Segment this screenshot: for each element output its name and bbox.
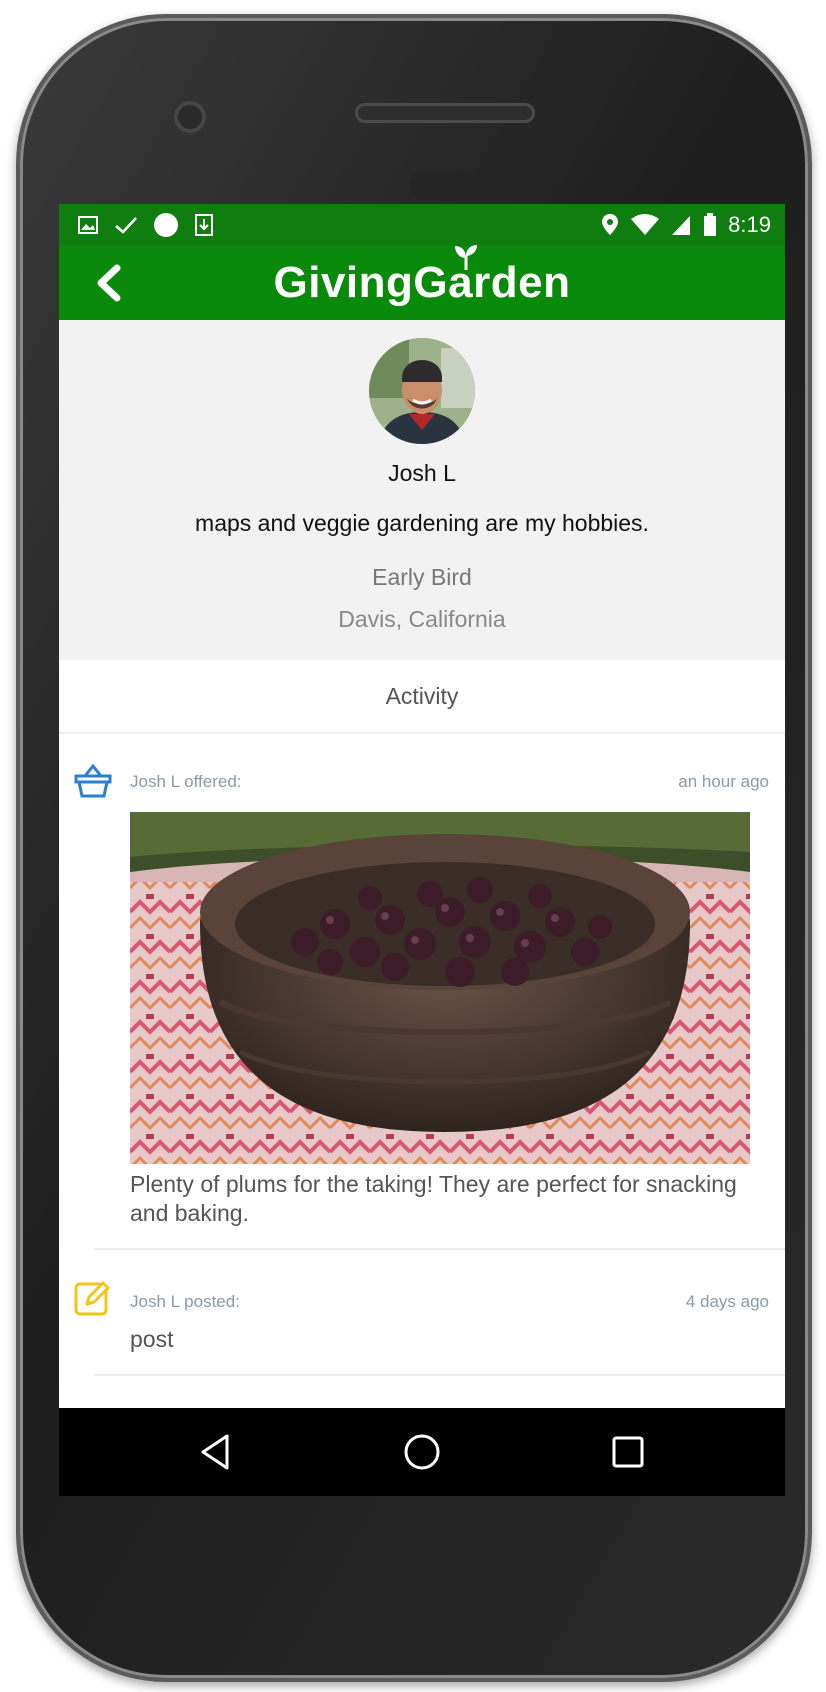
nav-recents-icon[interactable]: [606, 1430, 650, 1474]
profile-header: Josh L maps and veggie gardening are my …: [59, 320, 785, 660]
screen: 8:19 GivingGarden Josh L maps and veggie…: [59, 204, 785, 1496]
nav-home-icon[interactable]: [400, 1430, 444, 1474]
image-icon: [78, 216, 98, 234]
divider: [94, 1248, 785, 1250]
check-icon: [115, 217, 137, 234]
front-camera: [174, 101, 206, 133]
avatar: [369, 338, 475, 444]
feed-item-offer[interactable]: Josh L offered: an hour ago Plenty of pl…: [59, 732, 785, 1452]
plum-bowl-image: [130, 812, 750, 1164]
basket-icon: [74, 763, 112, 798]
status-bar: 8:19: [59, 204, 785, 246]
sim-download-icon: [195, 214, 213, 236]
profile-bio: maps and veggie gardening are my hobbies…: [195, 510, 649, 536]
status-time: 8:19: [728, 212, 771, 237]
signal-icon: [672, 216, 691, 235]
edit-icon: [74, 1281, 110, 1316]
nav-back-icon[interactable]: [195, 1430, 239, 1474]
divider: [94, 1374, 785, 1376]
offer-description: Plenty of plums for the taking! They are…: [130, 1171, 737, 1226]
battery-icon: [704, 213, 717, 236]
tab-activity[interactable]: Activity: [59, 660, 785, 734]
proximity-sensor: [410, 170, 474, 200]
app-bar: GivingGarden: [59, 245, 785, 320]
post-text: post: [130, 1326, 174, 1352]
post-author: Josh L posted:: [130, 1292, 240, 1311]
offer-photo[interactable]: [130, 812, 750, 1164]
circle-icon: [154, 213, 178, 237]
profile-rank: Early Bird: [372, 564, 472, 590]
app-title: GivingGarden: [273, 258, 571, 307]
profile-name: Josh L: [388, 460, 456, 486]
sprout-icon: [455, 245, 477, 270]
location-icon: [602, 214, 619, 235]
item-author: Josh L offered:: [130, 772, 242, 791]
wifi-icon: [631, 214, 660, 235]
profile-location: Davis, California: [338, 606, 506, 632]
avatar-image: [369, 338, 475, 444]
item-timestamp: an hour ago: [678, 772, 769, 791]
navigation-bar: [59, 1408, 785, 1496]
earpiece-speaker: [355, 103, 535, 123]
post-timestamp: 4 days ago: [685, 1292, 769, 1311]
